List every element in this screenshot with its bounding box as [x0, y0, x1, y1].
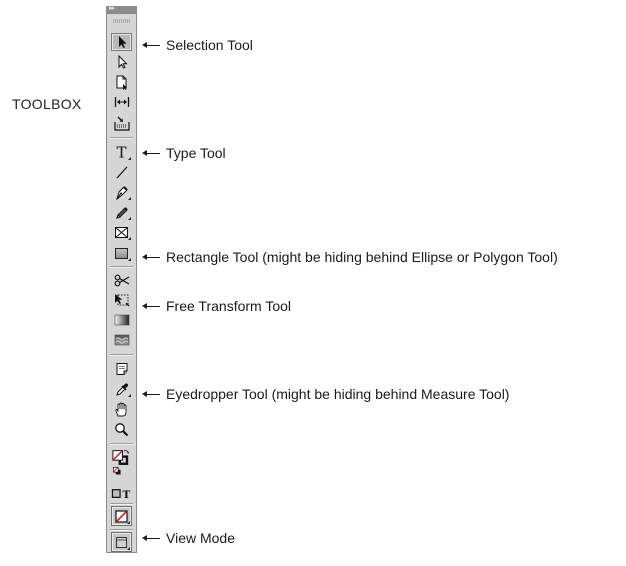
gradient-swatch-tool-button[interactable]	[111, 311, 132, 329]
grip-handle[interactable]	[113, 19, 130, 23]
arrow-left-icon	[142, 254, 160, 260]
callout-rectangle-tool: Rectangle Tool (might be hiding behind E…	[142, 249, 558, 265]
pen-icon	[115, 185, 128, 200]
line-icon	[116, 166, 127, 179]
arrow-hollow-icon	[118, 55, 128, 69]
pen-tool-button[interactable]	[111, 183, 132, 201]
content-collector-icon	[113, 116, 130, 131]
arrow-left-icon	[142, 391, 160, 397]
flyout-indicator	[128, 394, 131, 397]
flyout-indicator	[128, 237, 131, 240]
arrow-left-icon	[142, 42, 160, 48]
separator	[110, 443, 133, 445]
apply-none-button[interactable]	[111, 506, 132, 526]
flyout-indicator	[128, 258, 131, 261]
zoom-tool-button[interactable]	[111, 420, 132, 438]
gap-icon	[114, 97, 129, 107]
page-tool-button[interactable]	[111, 73, 132, 91]
gradient-feather-icon	[114, 334, 129, 346]
pencil-tool-button[interactable]	[111, 203, 132, 221]
selection-tool-button[interactable]	[111, 33, 132, 51]
content-collector-tool-button[interactable]	[111, 114, 132, 132]
callout-free-transform-tool: Free Transform Tool	[142, 298, 291, 314]
line-tool-button[interactable]	[111, 163, 132, 181]
type-icon: T	[116, 145, 126, 159]
direct-selection-tool-button[interactable]	[111, 53, 132, 71]
fill-stroke-control[interactable]	[111, 448, 132, 482]
hand-tool-button[interactable]	[111, 400, 132, 418]
callout-view-mode: View Mode	[142, 530, 235, 546]
callout-label: Type Tool	[166, 145, 226, 161]
separator	[110, 503, 133, 505]
separator	[110, 354, 133, 356]
gradient-feather-tool-button[interactable]	[111, 331, 132, 349]
separator	[110, 529, 133, 531]
note-icon	[116, 363, 127, 375]
callout-eyedropper-tool: Eyedropper Tool (might be hiding behind …	[142, 386, 509, 402]
rectangle-tool-button[interactable]	[111, 244, 132, 262]
collapse-icon[interactable]: ▸▸	[109, 4, 115, 12]
hand-icon	[115, 402, 127, 416]
free-transform-tool-button[interactable]	[111, 291, 132, 309]
format-container-text-icon: T	[111, 489, 130, 500]
callout-label: Selection Tool	[166, 37, 253, 53]
callout-label: Rectangle Tool (might be hiding behind E…	[166, 249, 558, 265]
free-transform-icon	[114, 294, 129, 307]
callout-label: View Mode	[166, 530, 236, 546]
toolbox-panel: ▸▸ T T	[106, 4, 137, 553]
separator	[110, 266, 133, 268]
rectangle-frame-tool-button[interactable]	[111, 223, 132, 241]
arrow-left-icon	[142, 150, 160, 156]
flyout-indicator	[128, 217, 131, 220]
scissors-icon	[114, 274, 129, 286]
rectangle-icon	[115, 247, 128, 259]
flyout-indicator	[128, 157, 131, 160]
format-text-glyph: T	[122, 489, 130, 500]
gap-tool-button[interactable]	[111, 93, 132, 111]
page-icon	[116, 75, 127, 90]
svg-text:T: T	[116, 145, 126, 159]
separator	[110, 137, 133, 139]
arrow-solid-icon	[118, 36, 126, 48]
rectangle-frame-icon	[115, 226, 128, 238]
fill-stroke-icon	[112, 449, 130, 475]
view-mode-button[interactable]	[111, 532, 132, 552]
callout-label: Free Transform Tool	[166, 298, 292, 314]
arrow-left-icon	[142, 303, 160, 309]
type-tool-button[interactable]: T	[111, 143, 132, 161]
scissors-tool-button[interactable]	[111, 271, 132, 289]
flyout-indicator	[128, 197, 131, 200]
callout-type-tool: Type Tool	[142, 145, 226, 161]
note-tool-button[interactable]	[111, 360, 132, 378]
flyout-indicator	[127, 521, 130, 524]
toolbox-header[interactable]: ▸▸	[107, 4, 136, 14]
callout-selection-tool: Selection Tool	[142, 37, 253, 53]
zoom-icon	[115, 422, 129, 436]
pencil-icon	[115, 206, 128, 219]
arrow-left-icon	[142, 535, 160, 541]
gradient-swatch-icon	[114, 314, 129, 326]
toolbox-title: TOOLBOX	[12, 96, 82, 112]
eyedropper-tool-button[interactable]	[111, 380, 132, 398]
callout-label: Eyedropper Tool (might be hiding behind …	[166, 386, 510, 402]
flyout-indicator	[127, 547, 130, 550]
format-container-text-control[interactable]: T	[111, 486, 132, 502]
eyedropper-icon	[115, 382, 128, 396]
